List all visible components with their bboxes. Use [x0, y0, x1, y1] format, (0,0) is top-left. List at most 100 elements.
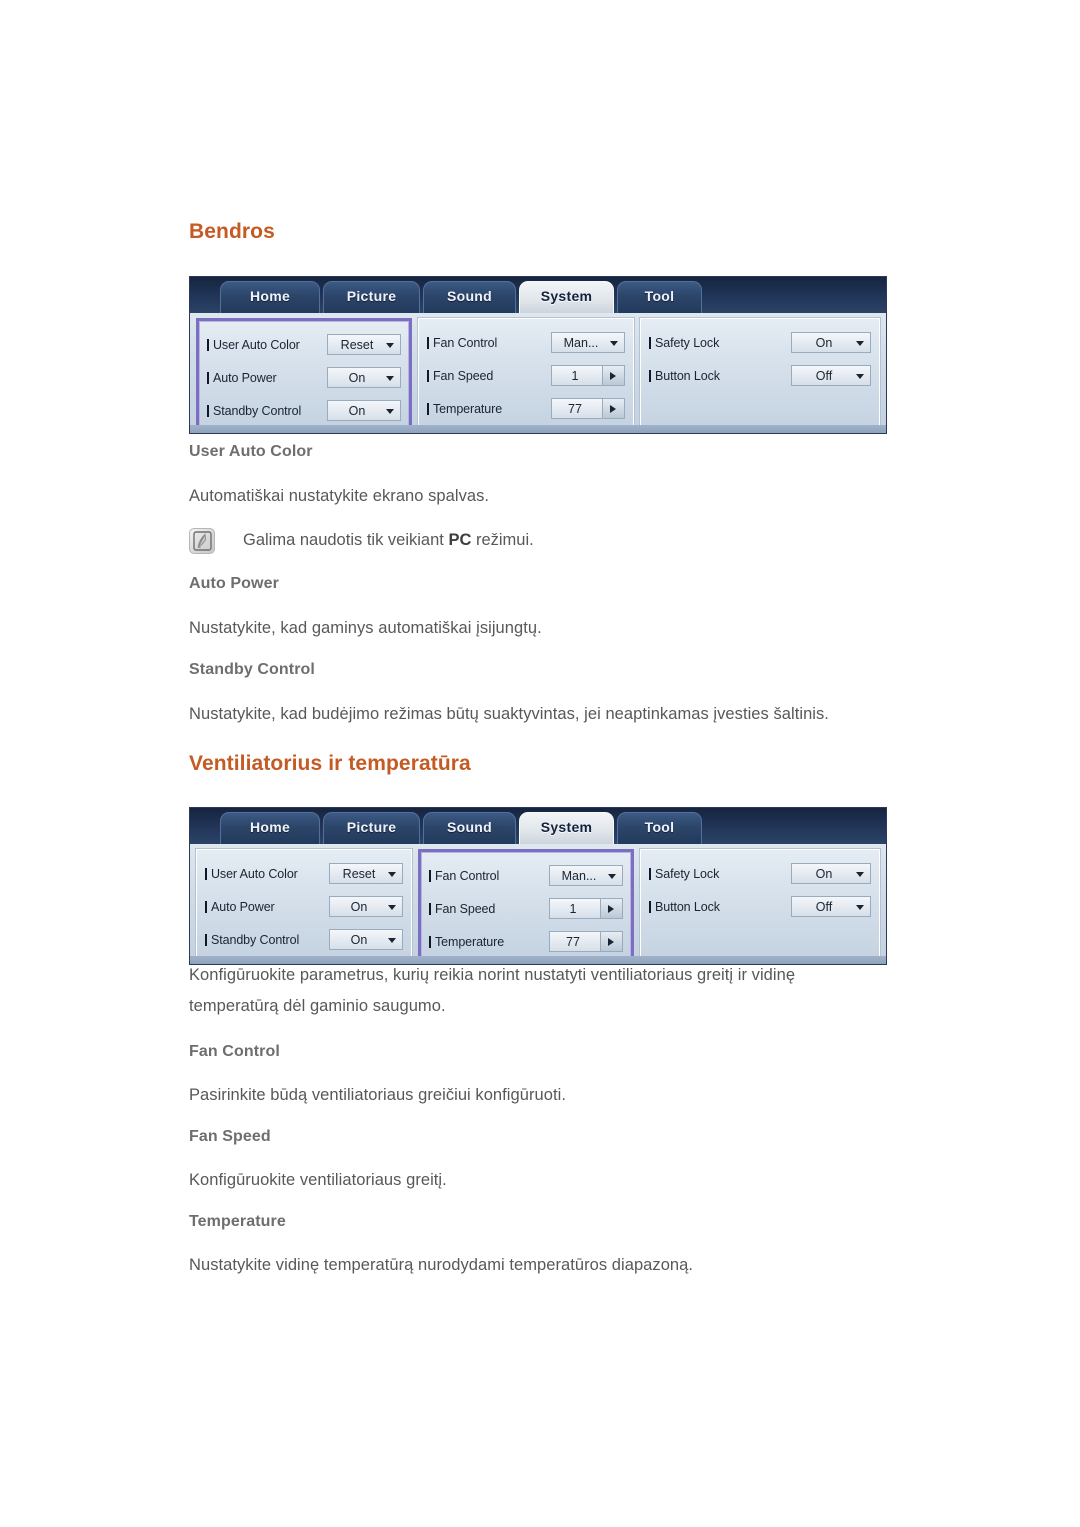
osd-value-safety-lock-1: On — [815, 335, 833, 350]
osd-row-fan-speed-2: Fan Speed 1 — [429, 892, 623, 925]
osd-value-fan-speed-2: 1 — [569, 901, 577, 916]
osd-row-user-auto-color-2: User Auto Color Reset — [205, 857, 403, 890]
bullet-icon — [205, 933, 207, 946]
tab-sound-1[interactable]: Sound — [423, 281, 516, 313]
osd-label-auto-power-1: Auto Power — [207, 371, 327, 385]
bullet-icon — [429, 869, 431, 882]
osd-column-fan-1: Fan Control Man... Fan Speed 1 Temperatu… — [417, 317, 635, 433]
tab-home-1[interactable]: Home — [220, 281, 320, 313]
osd-row-standby-control-1: Standby Control On — [207, 394, 401, 427]
osd-value-fan-speed-1: 1 — [571, 368, 579, 383]
osd-column-lock-2: Safety Lock On Button Lock Off — [639, 848, 881, 964]
osd-value-standby-control-1: On — [348, 403, 366, 418]
chevron-down-icon — [388, 938, 396, 943]
osd-row-button-lock-2: Button Lock Off — [649, 890, 871, 923]
osd-body-1: User Auto Color Reset Auto Power On Stan… — [190, 313, 886, 433]
osd-value-button-lock-1: Off — [815, 368, 833, 383]
osd-column-general-1: User Auto Color Reset Auto Power On Stan… — [196, 318, 412, 433]
arrow-right-icon[interactable] — [600, 899, 622, 918]
tab-tool-1[interactable]: Tool — [617, 281, 702, 313]
arrow-right-icon[interactable] — [602, 366, 624, 385]
osd-value-temperature-1: 77 — [568, 401, 582, 416]
chevron-down-icon — [856, 872, 864, 877]
osd-value-user-auto-color-1: Reset — [340, 337, 374, 352]
osd-footer-bar-1 — [190, 425, 886, 433]
bullet-icon — [649, 867, 651, 880]
osd-value-user-auto-color-2: Reset — [342, 866, 376, 881]
bullet-icon — [205, 867, 207, 880]
section-title-ventiliatorius: Ventiliatorius ir temperatūra — [189, 752, 471, 775]
osd-label-standby-control-1: Standby Control — [207, 404, 327, 418]
osd-select-button-lock-1[interactable]: Off — [791, 365, 871, 386]
chevron-down-icon — [856, 374, 864, 379]
osd-value-auto-power-1: On — [348, 370, 366, 385]
tab-sound-2[interactable]: Sound — [423, 812, 516, 844]
osd-stepper-temperature-2[interactable]: 77 — [549, 931, 623, 952]
osd-value-button-lock-2: Off — [815, 899, 833, 914]
osd-body-2: User Auto Color Reset Auto Power On Stan… — [190, 844, 886, 964]
osd-row-button-lock-1: Button Lock Off — [649, 359, 871, 392]
chevron-down-icon — [856, 905, 864, 910]
chevron-down-icon — [610, 341, 618, 346]
arrow-right-icon[interactable] — [600, 932, 622, 951]
osd-row-temperature-2: Temperature 77 — [429, 925, 623, 958]
tab-tool-2[interactable]: Tool — [617, 812, 702, 844]
osd-select-fan-control-2[interactable]: Man... — [549, 865, 623, 886]
osd-row-auto-power-1: Auto Power On — [207, 361, 401, 394]
tab-picture-1[interactable]: Picture — [323, 281, 420, 313]
osd-select-safety-lock-1[interactable]: On — [791, 332, 871, 353]
osd-label-temperature-2: Temperature — [429, 935, 549, 949]
osd-tab-bar-2: Home Picture Sound System Tool — [190, 808, 886, 844]
osd-row-safety-lock-2: Safety Lock On — [649, 857, 871, 890]
osd-value-auto-power-2: On — [350, 899, 368, 914]
osd-value-fan-control-2: Man... — [561, 868, 597, 883]
sub-title-fan-control: Fan Control — [189, 1043, 280, 1060]
chevron-down-icon — [386, 409, 394, 414]
chevron-down-icon — [386, 376, 394, 381]
osd-label-user-auto-color-2: User Auto Color — [205, 867, 329, 881]
sub-title-standby-control: Standby Control — [189, 661, 315, 678]
osd-select-user-auto-color-2[interactable]: Reset — [329, 863, 403, 884]
osd-value-standby-control-2: On — [350, 932, 368, 947]
osd-menu-screenshot-2: Home Picture Sound System Tool User Auto… — [189, 807, 887, 965]
osd-select-auto-power-2[interactable]: On — [329, 896, 403, 917]
body-user-auto-color: Automatiškai nustatykite ekrano spalvas. — [189, 487, 490, 505]
body-temperature: Nustatykite vidinę temperatūrą nurodydam… — [189, 1256, 694, 1274]
tab-system-2[interactable]: System — [519, 812, 614, 844]
osd-row-fan-speed-1: Fan Speed 1 — [427, 359, 625, 392]
note-pc-mode-text: Galima naudotis tik veikiant PC režimui. — [243, 531, 534, 549]
bullet-icon — [207, 404, 209, 417]
body-fan-intro: Konfigūruokite parametrus, kurių reikia … — [189, 966, 796, 1015]
sub-title-temperature: Temperature — [189, 1213, 286, 1230]
osd-select-user-auto-color-1[interactable]: Reset — [327, 334, 401, 355]
osd-select-auto-power-1[interactable]: On — [327, 367, 401, 388]
osd-stepper-temperature-1[interactable]: 77 — [551, 398, 625, 419]
body-standby-control: Nustatykite, kad budėjimo režimas būtų s… — [189, 705, 829, 723]
tab-home-2[interactable]: Home — [220, 812, 320, 844]
osd-select-button-lock-2[interactable]: Off — [791, 896, 871, 917]
osd-column-general-2: User Auto Color Reset Auto Power On Stan… — [195, 848, 413, 964]
osd-select-safety-lock-2[interactable]: On — [791, 863, 871, 884]
osd-stepper-fan-speed-2[interactable]: 1 — [549, 898, 623, 919]
sub-title-fan-speed: Fan Speed — [189, 1128, 271, 1145]
osd-row-standby-control-2: Standby Control On — [205, 923, 403, 956]
tab-picture-2[interactable]: Picture — [323, 812, 420, 844]
osd-label-button-lock-2: Button Lock — [649, 900, 791, 914]
osd-value-temperature-2: 77 — [566, 934, 580, 949]
osd-select-standby-control-1[interactable]: On — [327, 400, 401, 421]
osd-select-standby-control-2[interactable]: On — [329, 929, 403, 950]
osd-column-fan-2: Fan Control Man... Fan Speed 1 Temperatu… — [418, 849, 634, 964]
arrow-right-icon[interactable] — [602, 399, 624, 418]
osd-row-user-auto-color-1: User Auto Color Reset — [207, 328, 401, 361]
osd-label-safety-lock-2: Safety Lock — [649, 867, 791, 881]
osd-select-fan-control-1[interactable]: Man... — [551, 332, 625, 353]
bullet-icon — [205, 900, 207, 913]
osd-stepper-fan-speed-1[interactable]: 1 — [551, 365, 625, 386]
osd-label-button-lock-1: Button Lock — [649, 369, 791, 383]
chevron-down-icon — [388, 872, 396, 877]
bullet-icon — [427, 402, 429, 415]
tab-system-1[interactable]: System — [519, 281, 614, 313]
osd-row-fan-control-1: Fan Control Man... — [427, 326, 625, 359]
osd-label-fan-speed-1: Fan Speed — [427, 369, 551, 383]
note-pc-mode: Galima naudotis tik veikiant PC režimui. — [189, 527, 889, 554]
